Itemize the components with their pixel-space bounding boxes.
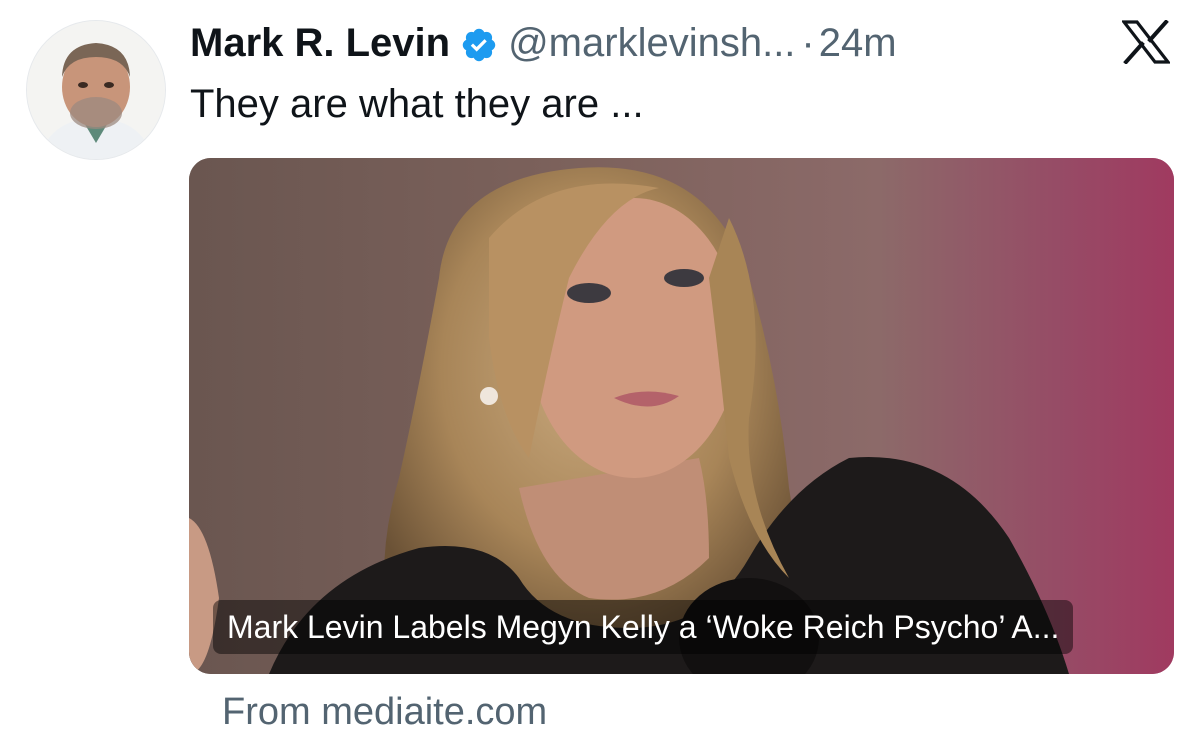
link-card-title: Mark Levin Labels Megyn Kelly a ‘Woke Re… — [213, 600, 1074, 654]
tweet-text: They are what they are ... — [190, 82, 644, 126]
link-card[interactable]: Mark Levin Labels Megyn Kelly a ‘Woke Re… — [189, 158, 1174, 674]
author-avatar[interactable] — [26, 20, 166, 160]
separator-dot: · — [801, 21, 815, 65]
card-image — [189, 158, 1174, 674]
author-display-name[interactable]: Mark R. Levin — [190, 16, 450, 70]
tweet-timestamp[interactable]: 24m — [819, 16, 897, 70]
tweet-header: Mark R. Levin @marklevinsh... · 24m — [190, 16, 897, 70]
author-handle[interactable]: @marklevinsh... — [508, 16, 795, 70]
avatar-photo — [27, 21, 165, 159]
x-logo-icon[interactable] — [1120, 19, 1172, 65]
link-source[interactable]: From mediaite.com — [222, 688, 547, 736]
verified-badge-icon — [460, 24, 498, 62]
